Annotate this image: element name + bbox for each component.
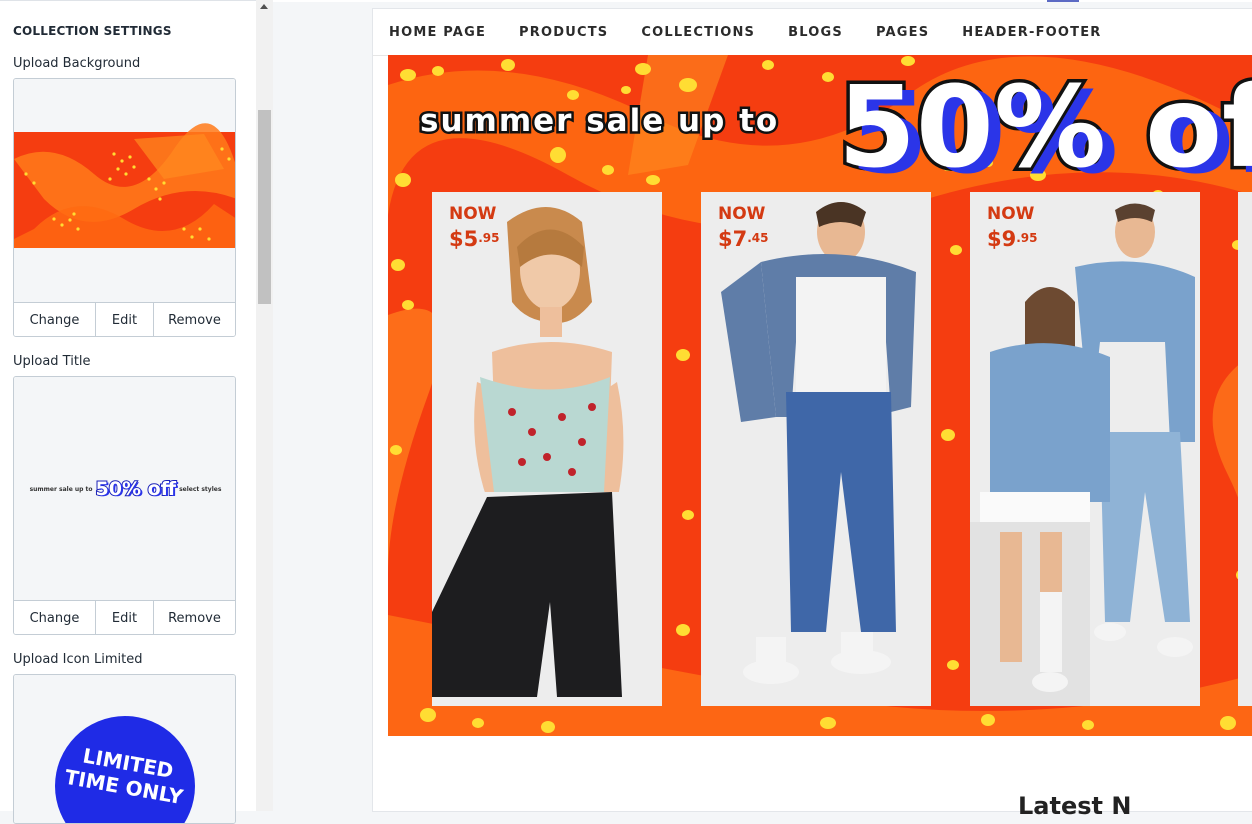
title-thumb-big-text: 50% off (95, 477, 178, 501)
card-1-price-main: $5 (449, 227, 479, 251)
card-1-price: $5.95 (449, 227, 500, 251)
background-thumbnail (14, 123, 235, 248)
nav-header-footer[interactable]: HEADER-FOOTER (962, 25, 1101, 40)
top-strip (273, 0, 1252, 2)
card-2-now-label: NOW (718, 204, 766, 224)
collection-settings-heading: COLLECTION SETTINGS (13, 24, 172, 38)
nav-home-page[interactable]: HOME PAGE (389, 25, 486, 40)
latest-news-heading: Latest N (1018, 792, 1132, 820)
upload-title-field: summer sale up to 50% off select styles … (13, 376, 236, 635)
product-card-3[interactable]: NOW $9.95 (970, 192, 1200, 706)
title-image-preview[interactable]: summer sale up to 50% off select styles (14, 377, 235, 600)
banner-headline-big: 50% of (835, 60, 1252, 197)
product-card-2[interactable]: NOW $7.45 (701, 192, 931, 706)
title-thumb-tail-text: select styles (179, 485, 222, 493)
edit-title-button[interactable]: Edit (96, 601, 154, 634)
upload-background-field: Change Edit Remove (13, 78, 236, 337)
icon-limited-preview[interactable]: LIMITED TIME ONLY (14, 675, 235, 823)
card-3-now-label: NOW (987, 204, 1035, 224)
card-2-price: $7.45 (718, 227, 769, 251)
nav-collections[interactable]: COLLECTIONS (641, 25, 755, 40)
title-thumb-small-text: summer sale up to (29, 485, 93, 493)
card-1-price-cents: .95 (478, 231, 500, 245)
edit-background-button[interactable]: Edit (96, 303, 154, 336)
card-3-price-cents: .95 (1016, 231, 1038, 245)
scroll-up-arrow-icon[interactable] (260, 4, 268, 9)
nav-products[interactable]: PRODUCTS (519, 25, 608, 40)
card-2-price-main: $7 (718, 227, 748, 251)
change-title-button[interactable]: Change (14, 601, 96, 634)
nav-pages[interactable]: PAGES (876, 25, 929, 40)
settings-sidebar: COLLECTION SETTINGS Upload Background Ch… (0, 0, 256, 824)
banner-headline-small: summer sale up to (417, 101, 780, 142)
scrollbar-thumb[interactable] (258, 110, 271, 304)
title-thumbnail: summer sale up to 50% off select styles (14, 477, 235, 501)
store-navigation: HOME PAGE PRODUCTS COLLECTIONS BLOGS PAG… (373, 9, 1252, 56)
change-background-button[interactable]: Change (14, 303, 96, 336)
card-2-price-cents: .45 (747, 231, 769, 245)
upload-icon-limited-label: Upload Icon Limited (13, 652, 143, 667)
nav-blogs[interactable]: BLOGS (788, 25, 843, 40)
remove-background-button[interactable]: Remove (154, 303, 235, 336)
product-photo-2 (701, 192, 931, 706)
product-photo-1 (432, 192, 662, 706)
top-strip-indicator (1047, 0, 1079, 2)
product-card-1[interactable]: NOW $5.95 (432, 192, 662, 706)
upload-background-label: Upload Background (13, 56, 141, 71)
background-image-preview[interactable] (14, 79, 235, 302)
background-actions: Change Edit Remove (14, 302, 235, 336)
collection-banner[interactable]: summer sale up to 50% of NOW $5.95 NOW $… (388, 55, 1252, 736)
product-photo-3 (970, 192, 1200, 706)
store-preview-frame: HOME PAGE PRODUCTS COLLECTIONS BLOGS PAG… (373, 9, 1252, 820)
title-actions: Change Edit Remove (14, 600, 235, 634)
upload-icon-limited-field: LIMITED TIME ONLY (13, 674, 236, 824)
card-1-now-label: NOW (449, 204, 497, 224)
sidebar-scrollbar[interactable] (256, 0, 273, 811)
card-3-price-main: $9 (987, 227, 1017, 251)
remove-title-button[interactable]: Remove (154, 601, 235, 634)
card-3-price: $9.95 (987, 227, 1038, 251)
theme-preview-area: HOME PAGE PRODUCTS COLLECTIONS BLOGS PAG… (273, 0, 1252, 820)
upload-title-label: Upload Title (13, 354, 91, 369)
